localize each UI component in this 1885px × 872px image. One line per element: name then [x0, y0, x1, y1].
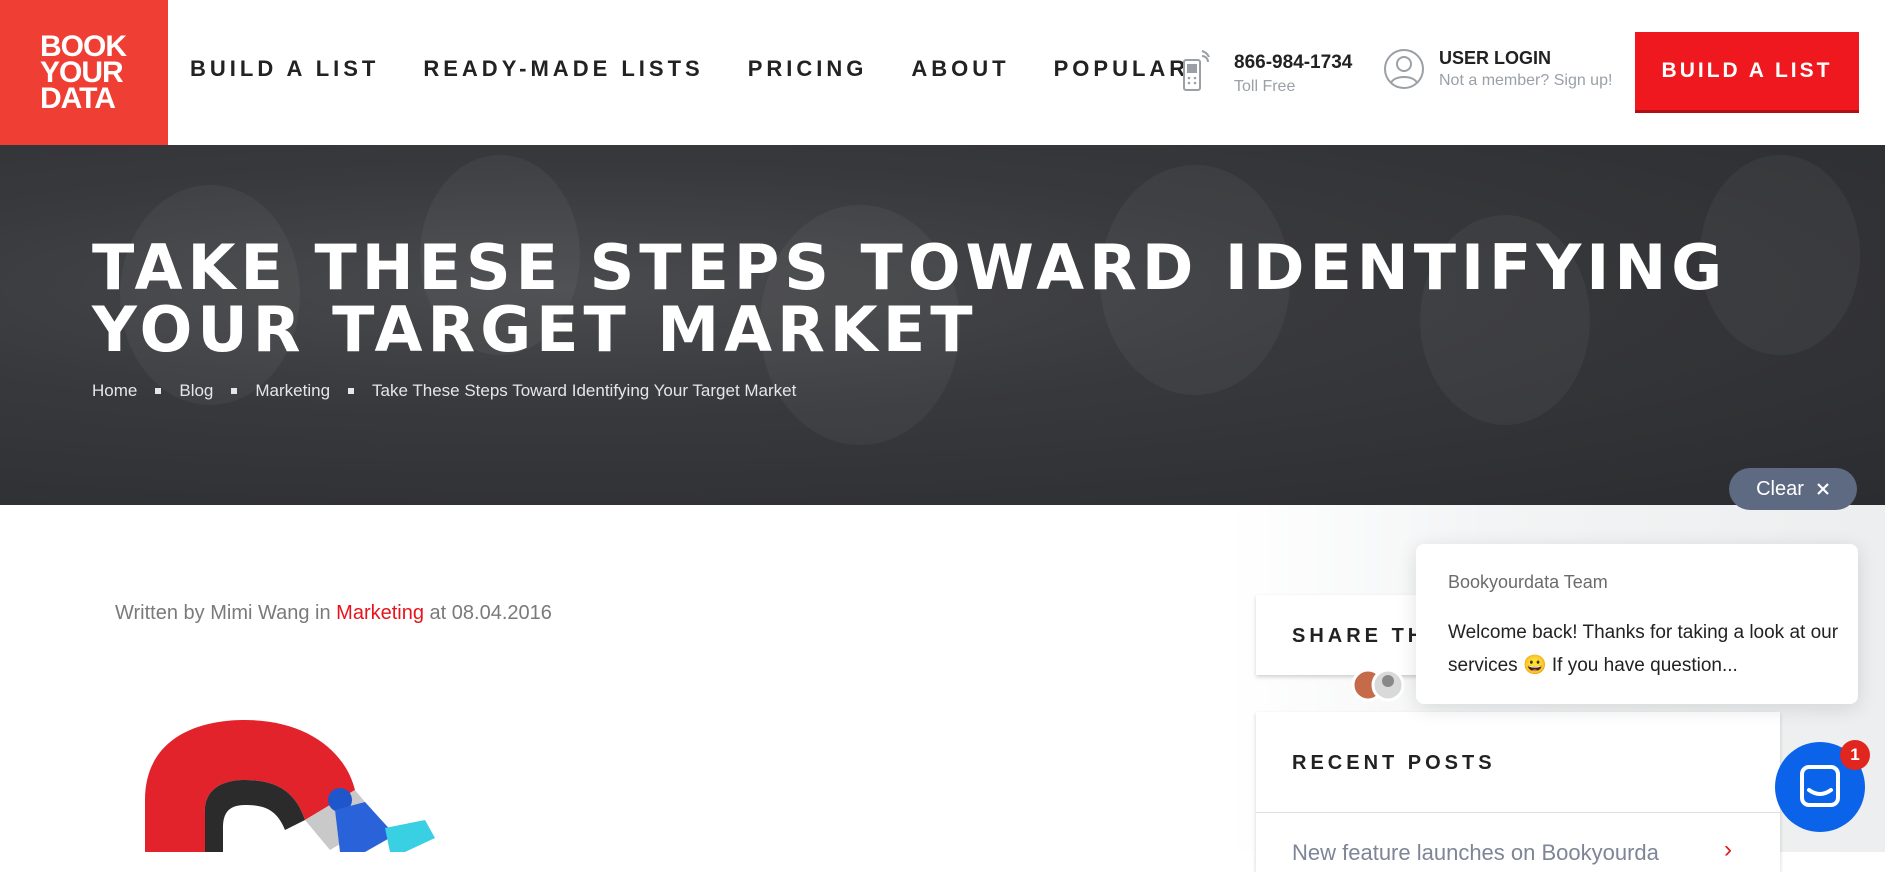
phone-contact[interactable]: 866-984-1734 Toll Free [1234, 52, 1352, 96]
chat-sender: Bookyourdata Team [1448, 572, 1608, 592]
clear-label: Clear [1756, 477, 1804, 500]
build-a-list-button[interactable]: BUILD A LIST [1635, 32, 1859, 110]
nav-build-a-list[interactable]: BUILD A LIST [190, 56, 379, 82]
post-meta: Written by Mimi Wang in Marketing at 08.… [115, 602, 552, 625]
site-header: BOOK YOUR DATA BUILD A LIST READY-MADE L… [0, 0, 1885, 145]
breadcrumb-marketing[interactable]: Marketing [255, 381, 330, 401]
unread-badge: 1 [1840, 740, 1870, 770]
logo[interactable]: BOOK YOUR DATA [0, 0, 168, 145]
phone-subtext: Toll Free [1234, 78, 1296, 95]
chat-message: Welcome back! Thanks for taking a look a… [1448, 622, 1839, 676]
team-avatars [1351, 668, 1405, 702]
recent-posts-title: RECENT POSTS [1292, 752, 1496, 774]
hero-banner: TAKE THESE STEPS TOWARD IDENTIFYING YOUR… [0, 145, 1885, 505]
page-title: TAKE THESE STEPS TOWARD IDENTIFYING YOUR… [92, 231, 1728, 366]
nav-about[interactable]: ABOUT [911, 56, 1009, 82]
post-author: Written by Mimi Wang in [115, 602, 331, 624]
breadcrumb-home[interactable]: Home [92, 381, 137, 401]
clear-chat-button[interactable]: Clear [1729, 468, 1857, 510]
nav-pricing[interactable]: PRICING [748, 56, 868, 82]
signup-link[interactable]: Not a member? Sign up! [1439, 72, 1612, 90]
share-title: SHARE THI [1292, 625, 1436, 647]
breadcrumb: Home Blog Marketing Take These Steps Tow… [92, 381, 796, 401]
breadcrumb-blog[interactable]: Blog [179, 381, 213, 401]
user-login[interactable]: USER LOGIN Not a member? Sign up! [1439, 48, 1612, 90]
phone-number[interactable]: 866-984-1734 [1234, 52, 1352, 74]
close-icon [1817, 483, 1829, 495]
featured-image [145, 720, 435, 852]
phone-icon [1183, 50, 1210, 91]
recent-posts-card: RECENT POSTS New feature launches on Boo… [1256, 712, 1780, 872]
post-category-link[interactable]: Marketing [336, 602, 424, 624]
divider [1256, 812, 1780, 813]
breadcrumb-separator [231, 388, 238, 394]
breadcrumb-separator [348, 388, 355, 394]
recent-post-link[interactable]: New feature launches on Bookyourda [1292, 840, 1659, 866]
main-nav: BUILD A LIST READY-MADE LISTS PRICING AB… [190, 56, 1233, 82]
user-icon[interactable] [1383, 48, 1425, 90]
breadcrumb-current: Take These Steps Toward Identifying Your… [372, 381, 797, 400]
nav-popular[interactable]: POPULAR [1054, 56, 1190, 82]
logo-line-3: DATA [40, 81, 116, 115]
nav-ready-made-lists[interactable]: READY-MADE LISTS [423, 56, 703, 82]
login-title[interactable]: USER LOGIN [1439, 48, 1612, 69]
chat-message-popup[interactable]: Bookyourdata Team Welcome back! Thanks f… [1416, 544, 1858, 704]
post-date: at 08.04.2016 [429, 602, 552, 624]
chevron-right-icon[interactable]: › [1724, 836, 1732, 864]
breadcrumb-separator [155, 388, 162, 394]
